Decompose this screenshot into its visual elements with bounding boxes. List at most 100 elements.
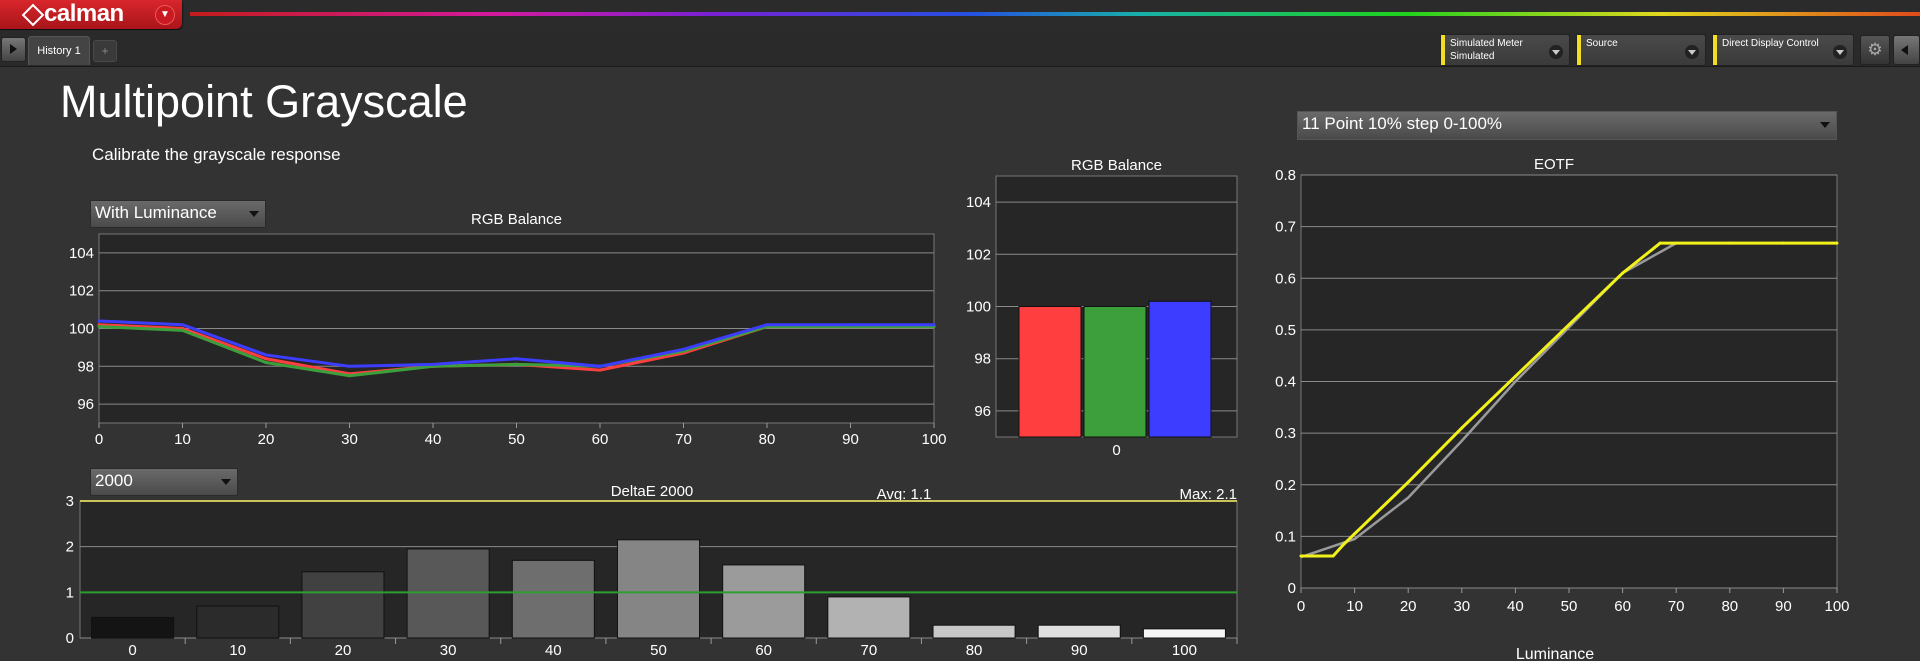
x-tick-label: 100 [921, 431, 946, 448]
measured-point [1513, 374, 1517, 378]
y-tick-label: 104 [69, 245, 94, 262]
x-tick-label: 10 [174, 431, 191, 448]
x-tick-label: 20 [258, 431, 275, 448]
y-tick-label: 0.7 [1275, 219, 1296, 236]
x-tick-label: 70 [675, 431, 692, 448]
measured-point [1406, 480, 1410, 484]
x-tick-label: 10 [229, 642, 246, 659]
x-tick-label: 40 [1507, 598, 1524, 615]
y-tick-label: 0.3 [1275, 425, 1296, 442]
series-point [515, 357, 518, 361]
measured-point [1621, 271, 1625, 275]
measured-point [1567, 323, 1571, 327]
x-tick-label: 60 [755, 642, 772, 659]
x-tick-label: 100 [1172, 642, 1197, 659]
x-tick-label: 50 [508, 431, 525, 448]
series-point [849, 323, 852, 327]
measured-point [1342, 542, 1346, 546]
x-tick-label: 0 [128, 642, 136, 659]
x-tick-label: 70 [1668, 598, 1685, 615]
x-tick-label: 90 [842, 431, 859, 448]
y-tick-label: 102 [966, 246, 991, 263]
series-point [181, 323, 184, 327]
y-tick-label: 3 [66, 493, 74, 510]
x-tick-label: 40 [545, 642, 562, 659]
balance-bar [1018, 306, 1082, 438]
series-point [348, 364, 351, 368]
y-tick-label: 102 [69, 283, 94, 300]
y-tick-label: 0.5 [1275, 322, 1296, 339]
series-point [682, 347, 685, 351]
deltae-bar [511, 559, 595, 639]
chart-title: RGB Balance [1071, 157, 1162, 174]
measured-point [1353, 532, 1357, 536]
y-tick-label: 96 [77, 396, 94, 413]
y-tick-label: 0.2 [1275, 477, 1296, 494]
y-tick-label: 98 [77, 358, 94, 375]
y-tick-label: 1 [66, 584, 74, 601]
measured-point [1299, 554, 1303, 558]
x-tick-label: 10 [1346, 598, 1363, 615]
x-tick-label: 80 [759, 431, 776, 448]
series-point [348, 374, 351, 378]
measured-point [1460, 426, 1464, 430]
series-point [264, 361, 268, 365]
series-point [264, 353, 268, 357]
x-tick-label: 100 [1824, 598, 1849, 615]
rgb-balance-line-chart: RGB Balance96981001021040 10 20 30 40 50 60 70 8… [66, 156, 1850, 661]
deltae-bar [406, 548, 490, 639]
deltae-bar [1142, 628, 1226, 639]
x-tick-label: 50 [650, 642, 667, 659]
x-tick-label: 0 [1112, 442, 1120, 459]
measured-point [1658, 241, 1662, 245]
x-tick-label: 90 [1071, 642, 1088, 659]
series-point [97, 319, 101, 323]
deltae-bar [932, 624, 1016, 639]
deltae-bar [722, 564, 806, 639]
measured-point [1781, 241, 1785, 245]
y-tick-label: 0 [1288, 580, 1296, 597]
x-tick-label: 0 [95, 431, 103, 448]
series-point [598, 364, 602, 368]
deltae-bar [1037, 624, 1121, 639]
y-tick-label: 0 [66, 630, 74, 647]
series-point [765, 323, 769, 327]
y-tick-label: 0.1 [1275, 528, 1296, 545]
x-axis-label: Luminance [1516, 646, 1594, 661]
x-tick-label: 90 [1775, 598, 1792, 615]
chart-title: RGB Balance [471, 211, 562, 228]
series-point [515, 362, 518, 366]
y-tick-label: 100 [966, 299, 991, 316]
x-tick-label: 60 [1614, 598, 1631, 615]
measured-point [1728, 241, 1732, 245]
series-point [431, 362, 435, 366]
series-point [932, 323, 936, 327]
y-tick-label: 96 [974, 403, 991, 420]
y-tick-label: 0.8 [1275, 167, 1296, 184]
x-tick-label: 30 [341, 431, 358, 448]
x-tick-label: 30 [440, 642, 457, 659]
x-tick-label: 70 [861, 642, 878, 659]
x-tick-label: 20 [1400, 598, 1417, 615]
measured-point [1674, 241, 1678, 245]
y-tick-label: 100 [69, 321, 94, 338]
measured-point [1835, 241, 1839, 245]
series-point [598, 368, 602, 372]
deltae-bar [196, 605, 280, 639]
deltae-bar [301, 571, 385, 639]
x-tick-label: 40 [425, 431, 442, 448]
y-tick-label: 104 [966, 194, 991, 211]
x-tick-label: 30 [1453, 598, 1470, 615]
measured-point [1331, 554, 1335, 558]
y-tick-label: 0.6 [1275, 270, 1296, 287]
series-point [97, 325, 101, 329]
series-point [264, 357, 268, 361]
x-tick-label: 20 [335, 642, 352, 659]
balance-bar [1083, 306, 1147, 438]
x-tick-label: 50 [1561, 598, 1578, 615]
x-tick-label: 60 [592, 431, 609, 448]
deltae-bar [91, 616, 175, 639]
y-tick-label: 0.4 [1275, 374, 1296, 391]
chart-title: EOTF [1534, 156, 1574, 173]
x-tick-label: 80 [1721, 598, 1738, 615]
